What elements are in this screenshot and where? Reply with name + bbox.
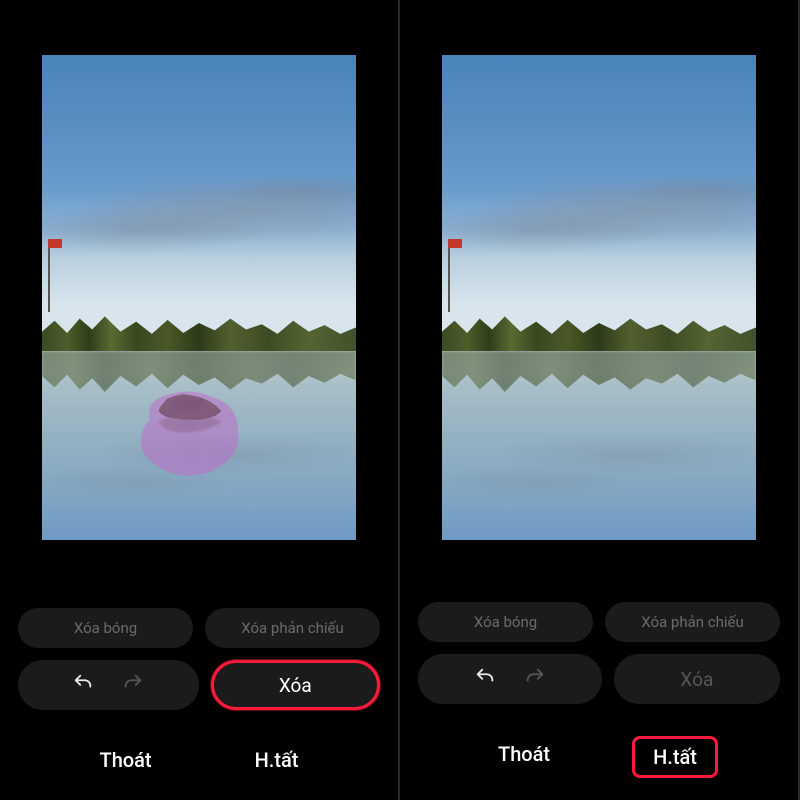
done-button[interactable]: H.tất bbox=[237, 742, 317, 778]
redo-icon[interactable] bbox=[524, 666, 546, 692]
remove-reflection-button[interactable]: Xóa phản chiếu bbox=[605, 602, 780, 642]
photo-canvas[interactable] bbox=[442, 55, 756, 540]
remove-shadow-button[interactable]: Xóa bóng bbox=[18, 608, 193, 648]
exit-button[interactable]: Thoát bbox=[480, 736, 568, 778]
photo-canvas[interactable] bbox=[42, 55, 356, 540]
erase-button: Xóa bbox=[614, 654, 780, 704]
undo-icon[interactable] bbox=[72, 672, 94, 698]
lake-photo bbox=[42, 55, 356, 540]
island-object bbox=[158, 390, 222, 420]
editor-screen-before: Xóa bóng Xóa phản chiếu Xóa Thoát H.tất bbox=[0, 0, 400, 800]
bottom-controls: Xóa bóng Xóa phản chiếu Xóa Thoát H.tất bbox=[0, 608, 398, 800]
erase-button[interactable]: Xóa bbox=[211, 660, 380, 710]
lake-photo bbox=[442, 55, 756, 540]
undo-redo-group bbox=[18, 660, 199, 710]
undo-redo-group bbox=[418, 654, 602, 704]
redo-icon[interactable] bbox=[122, 672, 144, 698]
undo-icon[interactable] bbox=[474, 666, 496, 692]
remove-shadow-button[interactable]: Xóa bóng bbox=[418, 602, 593, 642]
editor-screen-after: Xóa bóng Xóa phản chiếu Xóa Thoát H.tất bbox=[400, 0, 800, 800]
bottom-controls: Xóa bóng Xóa phản chiếu Xóa Thoát H.tất bbox=[400, 602, 798, 800]
remove-reflection-button[interactable]: Xóa phản chiếu bbox=[205, 608, 380, 648]
exit-button[interactable]: Thoát bbox=[82, 742, 170, 778]
done-button[interactable]: H.tất bbox=[632, 736, 718, 778]
